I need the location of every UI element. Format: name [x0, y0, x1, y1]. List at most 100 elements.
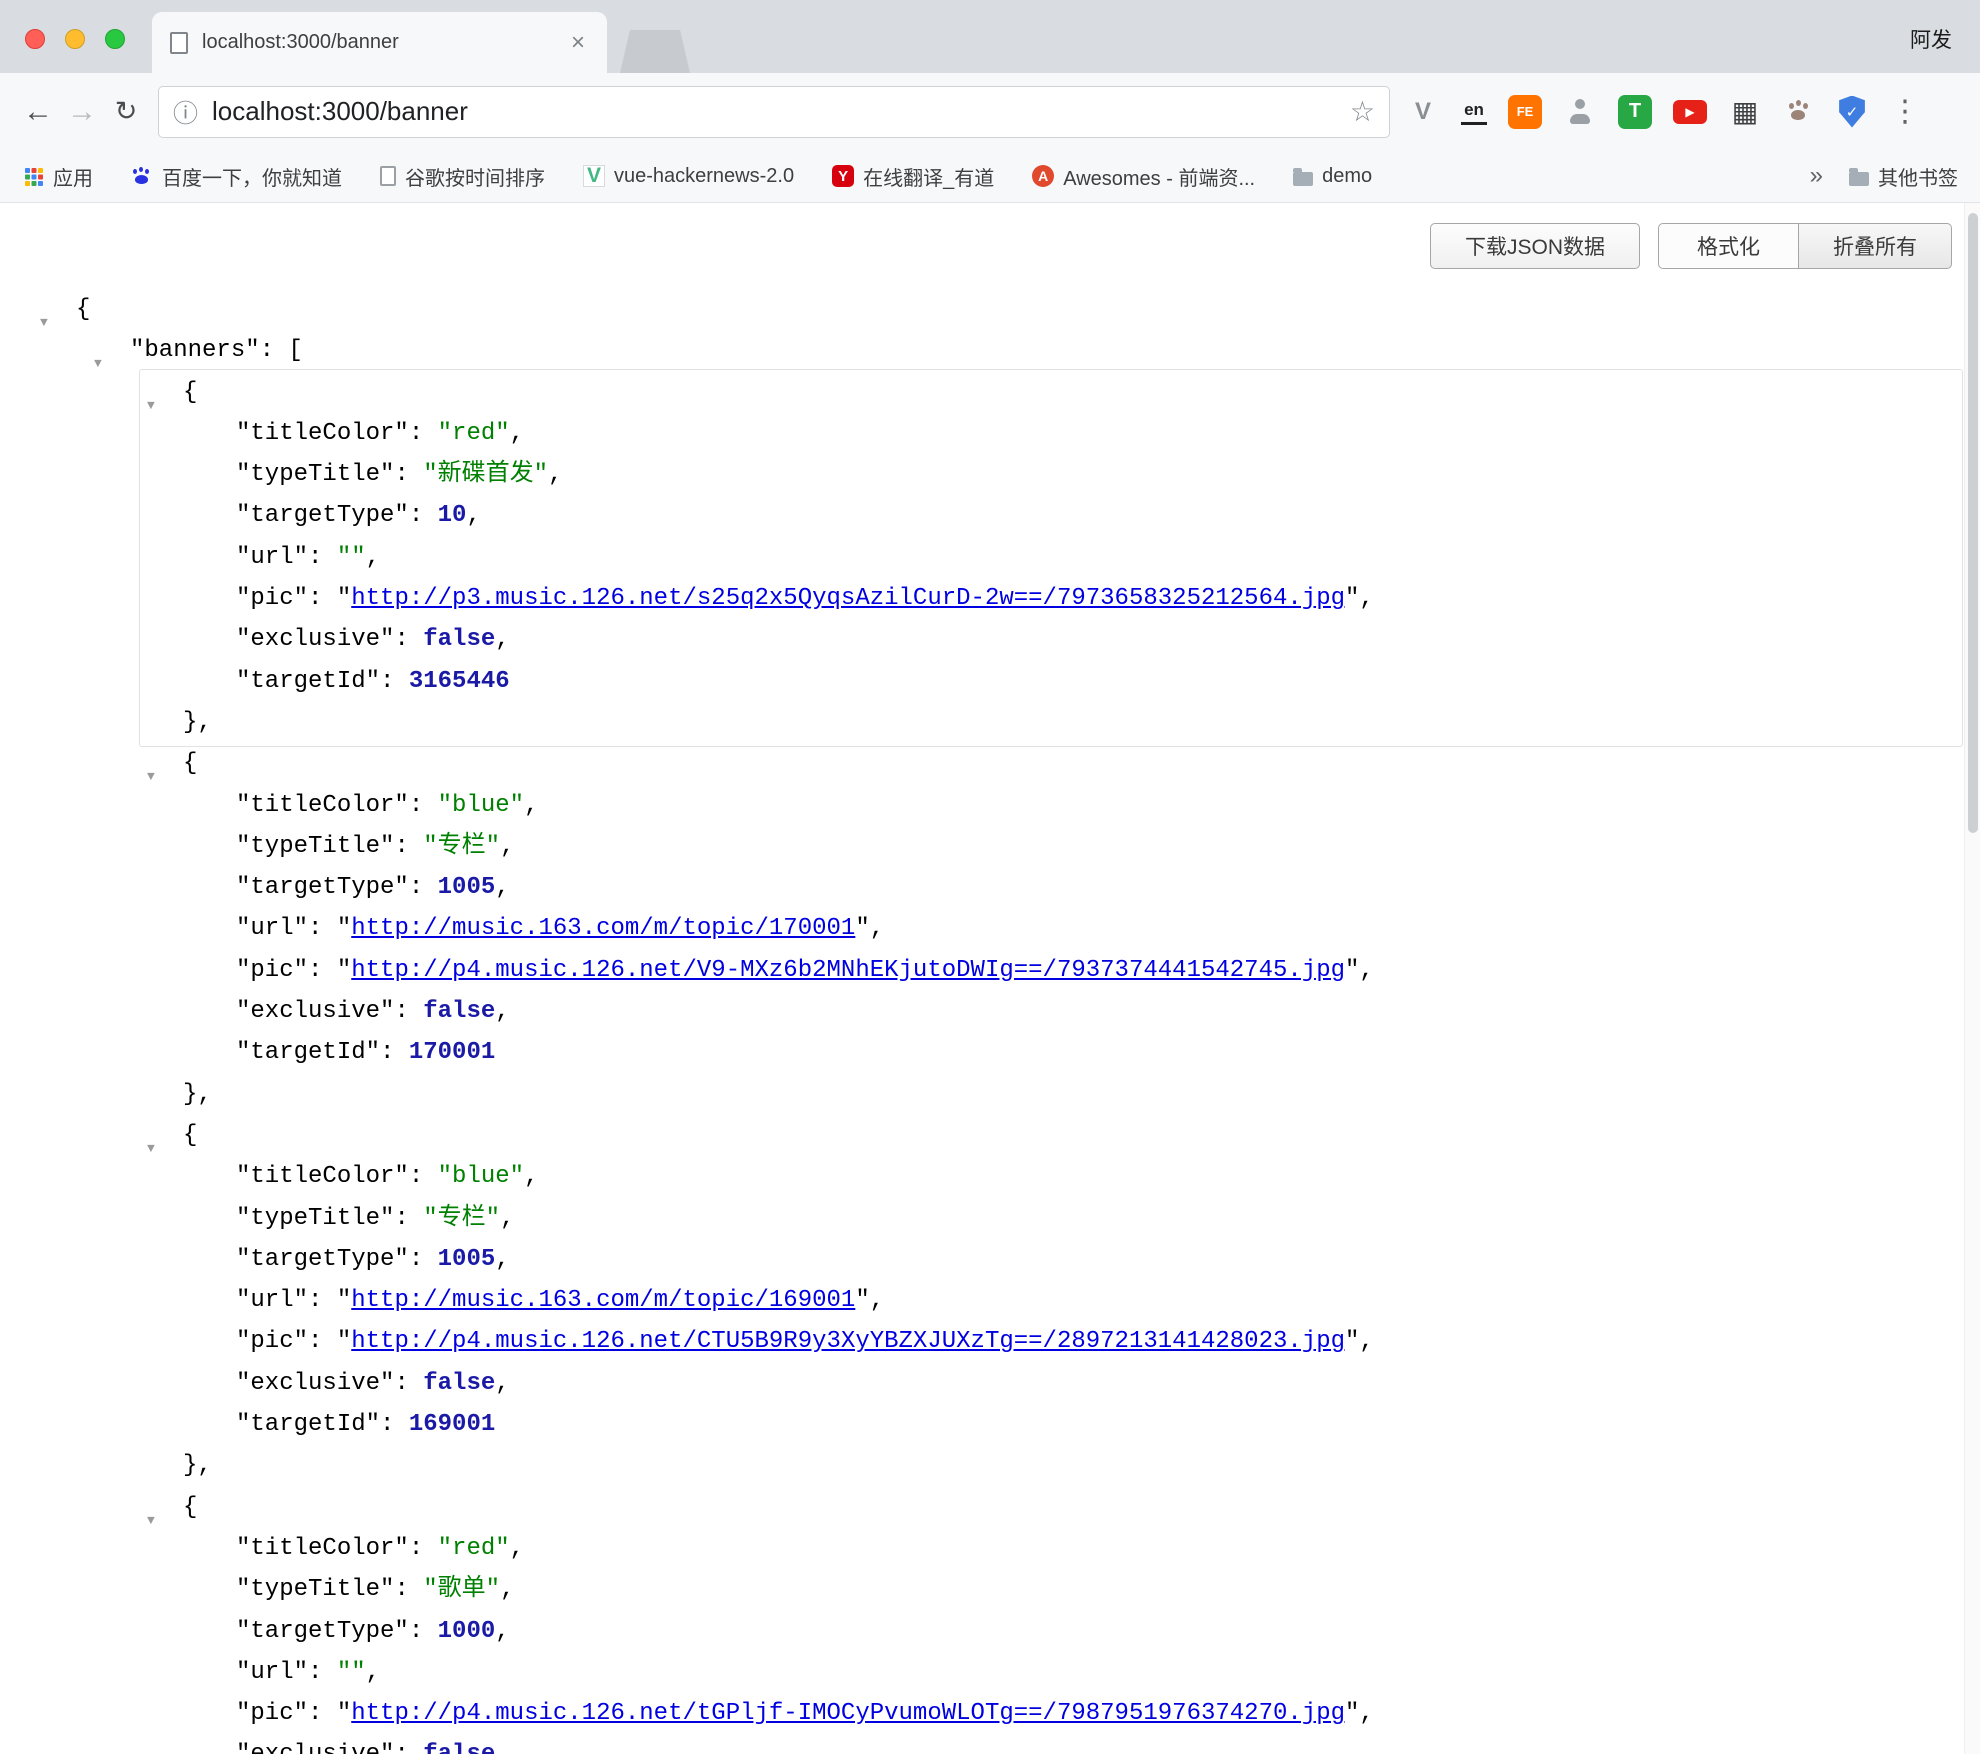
json-token: : [409, 1246, 438, 1273]
format-collapse-button-group: 格式化 折叠所有 [1658, 223, 1952, 269]
json-line: "targetId": 169001 [0, 1404, 1980, 1445]
vue-hackernews-icon: V [583, 165, 605, 187]
youtube-extension-icon[interactable]: ▶ [1673, 100, 1707, 124]
json-token: , [500, 1205, 514, 1232]
bookmark-label: 百度一下，你就知道 [162, 162, 342, 191]
json-token: , [366, 544, 380, 571]
json-string-value: "red" [438, 1535, 510, 1562]
address-bar[interactable]: ⓘ localhost:3000/banner ☆ [158, 86, 1390, 138]
back-button[interactable]: ← [16, 90, 60, 134]
bookmark-google-sort[interactable]: 谷歌按时间排序 [380, 162, 545, 191]
browser-tab[interactable]: localhost:3000/banner × [152, 12, 607, 73]
new-tab-button[interactable] [620, 30, 690, 73]
json-token: : [308, 957, 337, 984]
bookmark-youdao-translate[interactable]: Y在线翻译_有道 [832, 162, 994, 191]
bookmark-label: Awesomes - 前端资... [1063, 162, 1255, 191]
json-token: : [380, 1039, 409, 1066]
apps-icon [22, 165, 44, 187]
json-number-value: 1000 [438, 1618, 496, 1645]
json-string-value: "专栏" [423, 1205, 500, 1232]
bookmark-awesomes[interactable]: A Awesomes - 前端资... [1032, 162, 1255, 191]
json-boolean-value: false [423, 998, 495, 1025]
json-number-value: 169001 [409, 1411, 495, 1438]
json-line: "targetType": 1005, [0, 867, 1980, 908]
profile-name[interactable]: 阿发 [1910, 24, 1952, 54]
json-token: : [394, 1370, 423, 1397]
json-line: "targetType": 1000, [0, 1611, 1980, 1652]
json-url-link[interactable]: http://p4.music.126.net/V9-MXz6b2MNhEKju… [351, 957, 1345, 984]
json-key: "typeTitle" [236, 1205, 394, 1232]
json-key: "typeTitle" [236, 461, 394, 488]
browser-window: localhost:3000/banner × 阿发 ← → ↻ ⓘ local… [0, 0, 1980, 1754]
json-line: "exclusive": false, [0, 619, 1980, 660]
json-key: "targetType" [236, 1618, 409, 1645]
json-line: "typeTitle": "专栏", [0, 826, 1980, 867]
scrollbar[interactable] [1964, 203, 1980, 1754]
json-number-value: 1005 [438, 874, 496, 901]
reload-button[interactable]: ↻ [104, 90, 148, 134]
forward-button[interactable]: → [60, 90, 104, 134]
json-key: "targetType" [236, 874, 409, 901]
zoom-window-button[interactable] [105, 29, 125, 49]
people-extension-icon[interactable] [1563, 95, 1597, 129]
json-line: "typeTitle": "歌单", [0, 1569, 1980, 1610]
json-token: , [524, 1163, 538, 1190]
json-key: "pic" [236, 585, 308, 612]
bookmark-star-icon[interactable]: ☆ [1350, 95, 1375, 128]
json-token: , [495, 626, 509, 653]
json-string-value: "" [337, 1659, 366, 1686]
json-boolean-value: false [423, 1741, 495, 1754]
qr-extension-icon[interactable]: ▦ [1728, 95, 1762, 129]
bookmark-apps[interactable]: 应用 [22, 162, 93, 191]
json-url-link[interactable]: http://p4.music.126.net/CTU5B9R9y3XyYBZX… [351, 1328, 1345, 1355]
awesomes-icon: A [1032, 165, 1054, 187]
json-line: "titleColor": "red", [0, 1528, 1980, 1569]
json-token: " [337, 585, 351, 612]
collapse-all-button[interactable]: 折叠所有 [1799, 223, 1952, 269]
t-green-extension-icon[interactable]: T [1618, 95, 1652, 129]
json-url-link[interactable]: http://music.163.com/m/topic/169001 [351, 1287, 855, 1314]
tab-strip: localhost:3000/banner × 阿发 [0, 0, 1980, 73]
minimize-window-button[interactable] [65, 29, 85, 49]
json-line: "exclusive": false, [0, 991, 1980, 1032]
json-token: , [500, 1576, 514, 1603]
tab-close-icon[interactable]: × [567, 29, 589, 57]
json-line: ▼"banners": [ [0, 330, 1980, 371]
json-line: "url": "", [0, 1652, 1980, 1693]
download-json-button[interactable]: 下载JSON数据 [1430, 223, 1640, 269]
json-boolean-value: false [423, 1370, 495, 1397]
bookmarks-overflow-chevron[interactable]: » [1810, 162, 1823, 190]
json-token: : [394, 1741, 423, 1754]
json-key: "exclusive" [236, 1741, 394, 1754]
tab-title: localhost:3000/banner [202, 31, 567, 54]
json-url-link[interactable]: http://music.163.com/m/topic/170001 [351, 915, 855, 942]
browser-menu-icon[interactable]: ⋮ [1884, 94, 1926, 129]
close-window-button[interactable] [25, 29, 45, 49]
bookmark-demo[interactable]: demo [1293, 165, 1372, 188]
translate-extension-icon[interactable]: en [1461, 99, 1487, 125]
json-number-value: 3165446 [409, 668, 510, 695]
json-key: "targetId" [236, 668, 380, 695]
other-bookmarks-folder[interactable]: 其他书签 [1849, 162, 1958, 191]
json-token: { [183, 1122, 197, 1149]
fe-extension-icon[interactable]: FE [1508, 95, 1542, 129]
paw-extension-icon[interactable] [1783, 95, 1817, 129]
bookmark-baidu[interactable]: 百度一下，你就知道 [131, 162, 342, 191]
json-line: "targetId": 3165446 [0, 661, 1980, 702]
bookmark-vue-hackernews[interactable]: Vvue-hackernews-2.0 [583, 165, 794, 188]
json-line: "titleColor": "blue", [0, 1156, 1980, 1197]
json-token: { [183, 1494, 197, 1521]
json-url-link[interactable]: http://p4.music.126.net/tGPljf-IMOCyPvum… [351, 1700, 1345, 1727]
json-token: , [500, 833, 514, 860]
page-info-icon[interactable]: ⓘ [173, 94, 198, 130]
shield-extension-icon[interactable]: ✓ [1838, 96, 1866, 128]
json-key: "targetId" [236, 1411, 380, 1438]
json-token: , [466, 502, 480, 529]
json-key: "pic" [236, 957, 308, 984]
bookmarks-bar: 应用 百度一下，你就知道 谷歌按时间排序 Vvue-hackernews-2.0 Y在线… [0, 150, 1980, 203]
scrollbar-thumb[interactable] [1968, 213, 1978, 833]
format-button[interactable]: 格式化 [1658, 223, 1799, 269]
json-url-link[interactable]: http://p3.music.126.net/s25q2x5QyqsAzilC… [351, 585, 1345, 612]
v-extension-icon[interactable]: V [1406, 95, 1440, 129]
json-token: , [495, 998, 509, 1025]
